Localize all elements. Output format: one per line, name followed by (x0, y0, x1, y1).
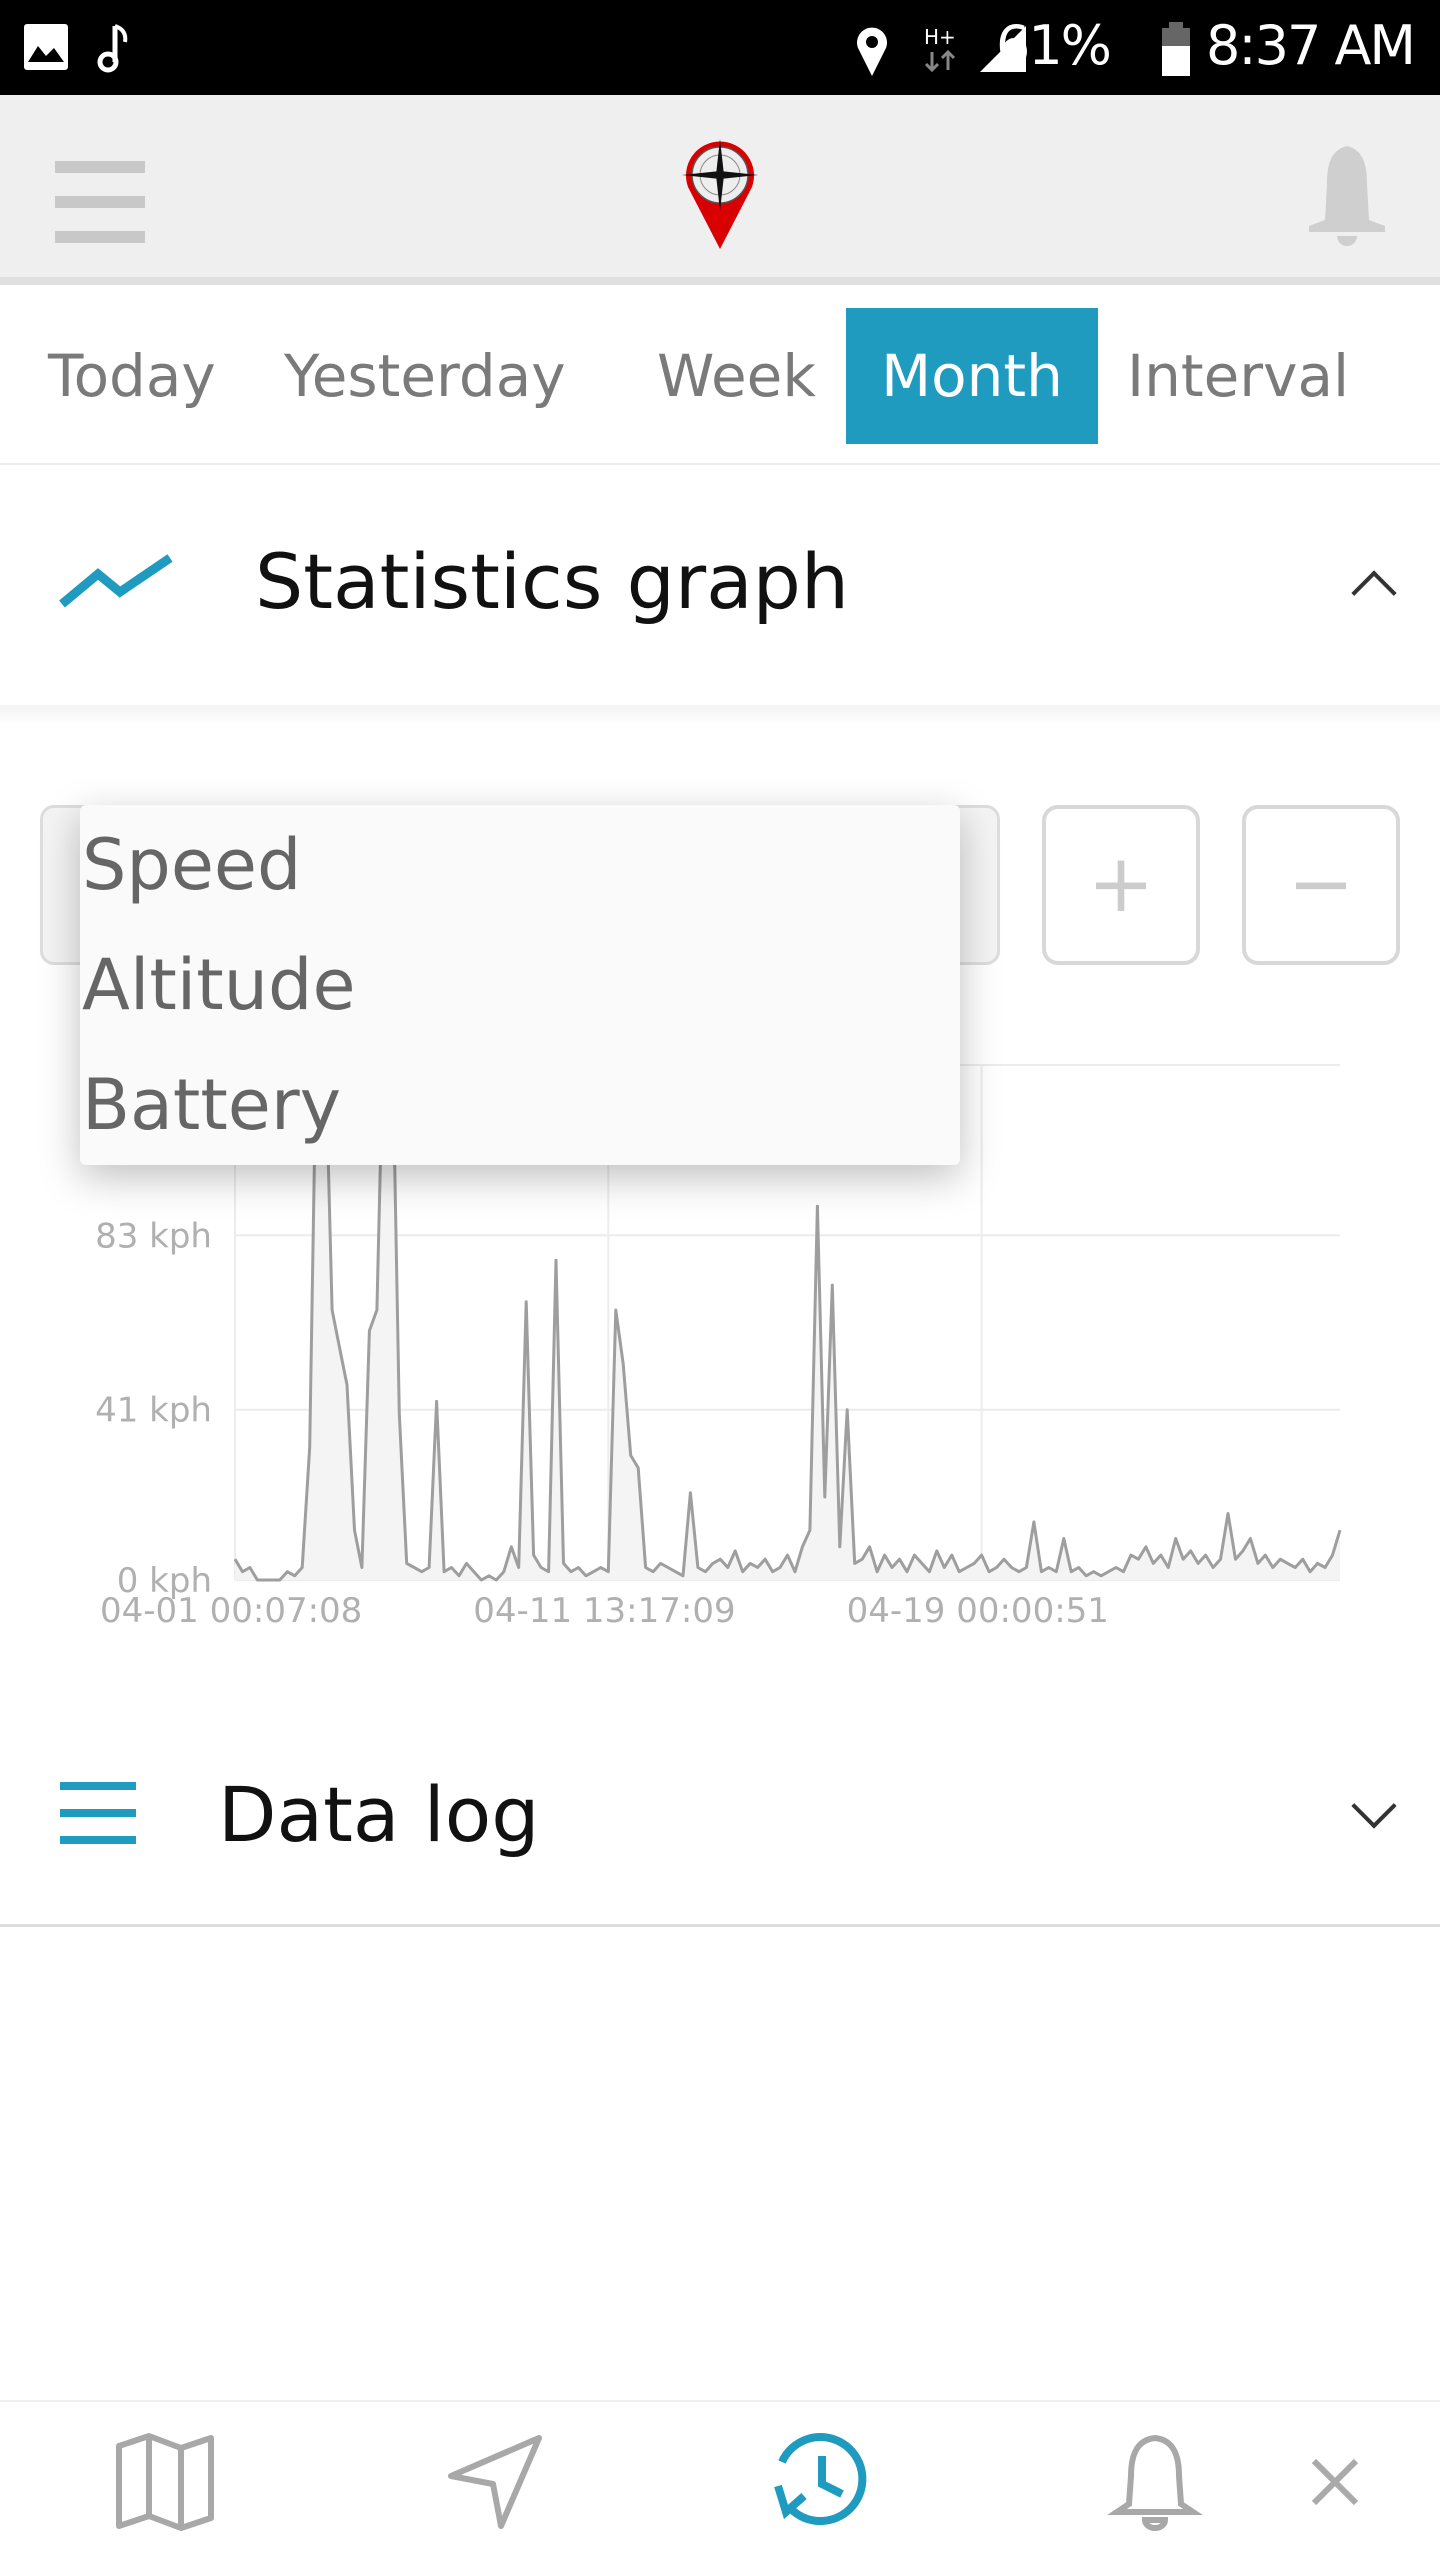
battery-icon (1162, 22, 1190, 76)
tab-week[interactable]: Week (645, 308, 828, 444)
y-tick-label: 41 kph (95, 1391, 212, 1431)
tab-month[interactable]: Month (846, 308, 1098, 444)
trend-line-icon (59, 554, 173, 608)
status-bar: H+ 61% 8:37 AM (0, 0, 1440, 95)
option-altitude[interactable]: Altitude (80, 925, 960, 1045)
tab-today[interactable]: Today (36, 308, 228, 444)
period-tabs: Today Yesterday Week Month Interval (0, 290, 1440, 465)
statistics-graph-header[interactable]: Statistics graph (0, 467, 1440, 705)
data-log-header[interactable]: Data log (0, 1700, 1440, 1927)
section-title: Data log (218, 1770, 540, 1859)
clock: 8:37 AM (1206, 14, 1416, 77)
zoom-out-button[interactable]: − (1242, 805, 1400, 965)
y-tick-label: 83 kph (95, 1216, 212, 1256)
bell-icon[interactable] (1305, 140, 1389, 250)
image-icon (24, 24, 68, 70)
compass-pin-logo (682, 139, 758, 249)
app-bar (0, 95, 1440, 285)
history-icon[interactable] (770, 2432, 870, 2532)
zoom-in-button[interactable]: + (1042, 805, 1200, 965)
navigation-icon[interactable] (445, 2432, 545, 2532)
x-tick-label: 04-11 13:17:09 (473, 1591, 735, 1631)
music-note-icon (97, 24, 128, 73)
bell-icon[interactable] (1105, 2432, 1205, 2532)
bottom-nav (0, 2400, 1440, 2560)
map-icon[interactable] (115, 2432, 215, 2532)
battery-percent: 61% (995, 14, 1112, 77)
chevron-up-icon[interactable] (1351, 570, 1397, 616)
close-icon[interactable] (1300, 2447, 1370, 2517)
x-tick-label: 04-01 00:07:08 (100, 1591, 362, 1631)
svg-text:H+: H+ (924, 25, 956, 49)
hamburger-menu-icon[interactable] (55, 161, 145, 266)
location-icon (857, 27, 887, 77)
hplus-data-icon: H+ (924, 25, 956, 73)
tab-yesterday[interactable]: Yesterday (272, 308, 578, 444)
list-icon (60, 1782, 136, 1844)
metric-dropdown: Speed Altitude Battery (80, 805, 960, 1165)
tab-interval[interactable]: Interval (1115, 308, 1361, 444)
divider (0, 705, 1440, 725)
x-tick-label: 04-19 00:00:51 (847, 1591, 1109, 1631)
chevron-down-icon[interactable] (1351, 1783, 1397, 1829)
section-title: Statistics graph (255, 537, 850, 626)
option-speed[interactable]: Speed (80, 805, 960, 925)
option-battery[interactable]: Battery (80, 1045, 960, 1165)
